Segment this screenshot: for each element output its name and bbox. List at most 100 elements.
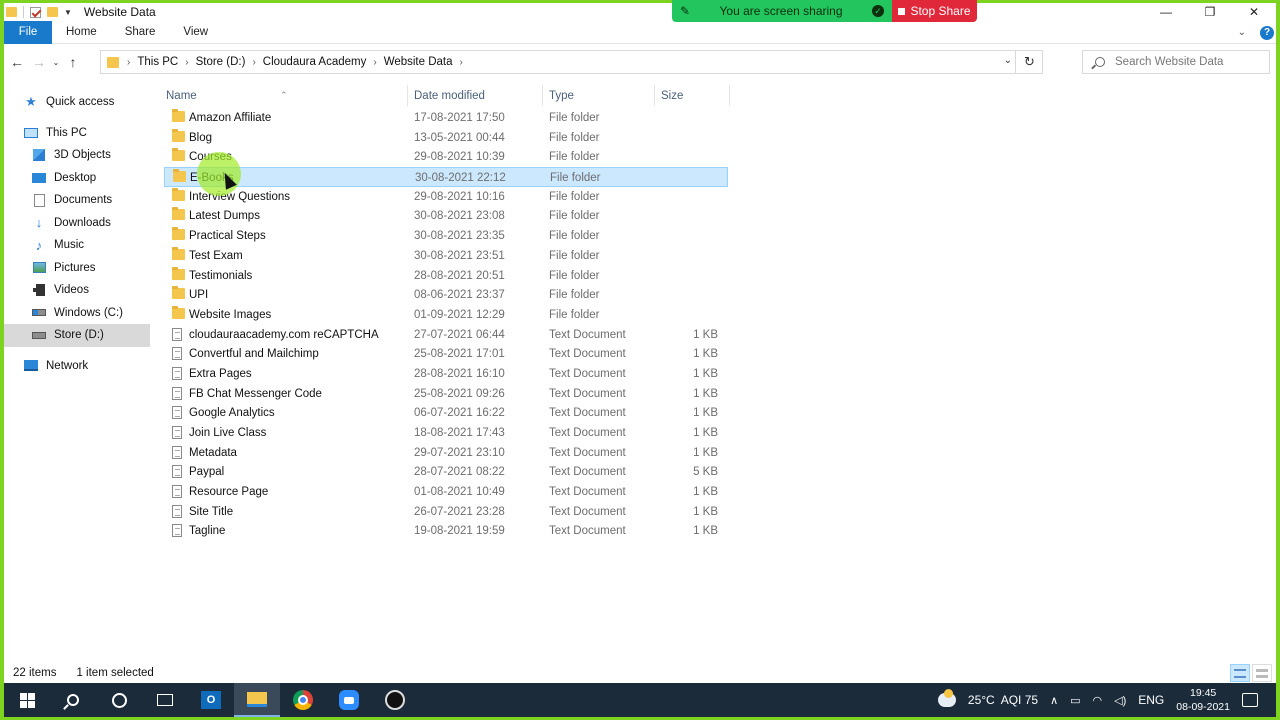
taskbar-search-button[interactable] [50,683,96,717]
sidebar-item-network[interactable]: Network [4,355,150,378]
text-file-icon [172,347,182,361]
start-button[interactable] [4,683,50,717]
chevron-right-icon[interactable]: › [185,57,188,68]
weather-icon[interactable] [937,689,956,707]
sidebar-item-music[interactable]: ♪ Music [4,234,150,257]
column-divider[interactable] [729,85,730,106]
details-view-button[interactable] [1230,664,1250,682]
chevron-right-icon[interactable]: › [460,57,463,68]
table-row[interactable]: Join Live Class 18-08-2021 17:43 Text Docu… [164,423,728,443]
air-quality[interactable]: AQI 75 [1001,693,1038,707]
forward-button[interactable]: → [28,54,50,70]
sidebar-item-store-d[interactable]: Store (D:) [4,324,150,347]
chevron-right-icon[interactable]: › [252,57,255,68]
table-row[interactable]: Courses 29-08-2021 10:39 File folder [164,147,728,167]
table-row[interactable]: Google Analytics 06-07-2021 16:22 Text Doc… [164,403,728,423]
search-box[interactable] [1082,50,1270,74]
cortana-button[interactable] [96,683,142,717]
weather-temperature[interactable]: 25°C [968,693,995,707]
sidebar-item-desktop[interactable]: Desktop [4,167,150,190]
column-header-name[interactable]: Name [166,90,197,102]
taskbar-obs[interactable] [372,683,418,717]
column-header-size[interactable]: Size [661,90,683,102]
sidebar-item-this-pc[interactable]: This PC [4,122,150,145]
sidebar-item-pictures[interactable]: Pictures [4,257,150,280]
taskbar-chrome[interactable] [280,683,326,717]
breadcrumb-website-data[interactable]: Website Data [384,56,453,68]
sidebar-item-quick-access[interactable]: ★ Quick access [4,91,150,114]
table-row[interactable]: Paypal 28-07-2021 08:22 Text Document 5 KB [164,462,728,482]
back-button[interactable]: ← [6,54,28,70]
table-row[interactable]: Site Title 26-07-2021 23:28 Text Document 1… [164,502,728,522]
chevron-right-icon[interactable]: › [127,57,130,68]
table-row[interactable]: Extra Pages 28-08-2021 16:10 Text Document… [164,364,728,384]
properties-icon[interactable] [30,6,41,18]
wifi-icon[interactable]: ◠ [1093,694,1103,707]
chevron-down-icon[interactable]: ⌄ [1004,55,1012,66]
column-divider[interactable] [407,85,408,106]
task-view-button[interactable] [142,683,188,717]
table-row[interactable]: Metadata 29-07-2021 23:10 Text Document 1 K… [164,443,728,463]
clock[interactable]: 19:45 08-09-2021 [1176,686,1230,714]
stop-share-button[interactable]: Stop Share [892,0,977,22]
column-divider[interactable] [654,85,655,106]
tab-home[interactable]: Home [52,21,111,44]
table-row[interactable]: Interview Questions 29-08-2021 10:16 File … [164,187,728,207]
table-row[interactable]: Amazon Affiliate 17-08-2021 17:50 File fol… [164,108,728,128]
table-row[interactable]: Convertful and Mailchimp 25-08-2021 17:01… [164,344,728,364]
taskbar-outlook[interactable]: O [188,683,234,717]
table-row[interactable]: cloudauraacademy.com reCAPTCHA 27-07-2021… [164,325,728,345]
restore-button[interactable]: ❐ [1188,3,1232,21]
sidebar-item-documents[interactable]: Documents [4,189,150,212]
table-row[interactable]: Testimonials 28-08-2021 20:51 File folder [164,266,728,286]
table-row[interactable]: Tagline 19-08-2021 19:59 Text Document 1 KB [164,521,728,541]
tab-share[interactable]: Share [111,21,170,44]
column-header-date-modified[interactable]: Date modified [414,90,485,102]
table-row[interactable]: Latest Dumps 30-08-2021 23:08 File folder [164,206,728,226]
taskbar-zoom[interactable] [326,683,372,717]
sidebar-item-3d-objects[interactable]: 3D Objects [4,144,150,167]
document-icon [32,193,46,207]
file-date-modified: 01-09-2021 12:29 [414,308,505,321]
pen-icon[interactable]: ✎ [680,4,690,18]
table-row[interactable]: FB Chat Messenger Code 25-08-2021 09:26 Te… [164,384,728,404]
up-button[interactable]: ↑ [62,54,84,70]
breadcrumb-cloudaura-academy[interactable]: Cloudaura Academy [263,56,367,68]
speaker-icon[interactable]: ◁) [1114,694,1126,707]
text-file-icon [172,504,182,518]
sidebar-item-videos[interactable]: Videos [4,279,150,302]
file-name: Extra Pages [189,367,252,380]
taskbar-file-explorer[interactable] [234,683,280,717]
new-folder-icon[interactable] [47,7,58,17]
close-button[interactable]: ✕ [1232,3,1276,21]
chevron-right-icon[interactable]: › [373,57,376,68]
input-language[interactable]: ENG [1138,693,1164,707]
recent-locations-icon[interactable]: ⌄ [50,58,62,67]
breadcrumb-store-d[interactable]: Store (D:) [196,56,246,68]
table-row[interactable]: E-Books 30-08-2021 22:12 File folder [164,167,728,187]
chevron-down-icon[interactable]: ▼ [64,8,72,17]
notification-icon[interactable] [1242,693,1258,707]
table-row[interactable]: Test Exam 30-08-2021 23:51 File folder [164,246,728,266]
minimize-button[interactable]: — [1144,3,1188,21]
table-row[interactable]: Website Images 01-09-2021 12:29 File folde… [164,305,728,325]
column-divider[interactable] [542,85,543,106]
table-row[interactable]: UPI 08-06-2021 23:37 File folder [164,285,728,305]
chevron-up-icon[interactable]: ∧ [1050,694,1058,707]
column-header-type[interactable]: Type [549,90,574,102]
battery-icon[interactable]: ▭ [1070,694,1080,707]
table-row[interactable]: Blog 13-05-2021 00:44 File folder [164,128,728,148]
sidebar-item-downloads[interactable]: ↓ Downloads [4,212,150,235]
breadcrumb-this-pc[interactable]: This PC [137,56,178,68]
large-icons-view-button[interactable] [1252,664,1272,682]
table-row[interactable]: Resource Page 01-08-2021 10:49 Text Docume… [164,482,728,502]
expand-ribbon-icon[interactable]: ⌄ [1238,27,1246,38]
tab-file[interactable]: File [4,20,52,44]
help-icon[interactable]: ? [1260,25,1274,40]
address-bar[interactable]: › This PC › Store (D:) › Cloudaura Acade… [100,50,1043,74]
table-row[interactable]: Practical Steps 30-08-2021 23:35 File fold… [164,226,728,246]
tab-view[interactable]: View [169,21,222,44]
search-input[interactable] [1115,56,1255,68]
refresh-icon[interactable]: ↻ [1015,50,1043,74]
sidebar-item-windows-c[interactable]: Windows (C:) [4,302,150,325]
